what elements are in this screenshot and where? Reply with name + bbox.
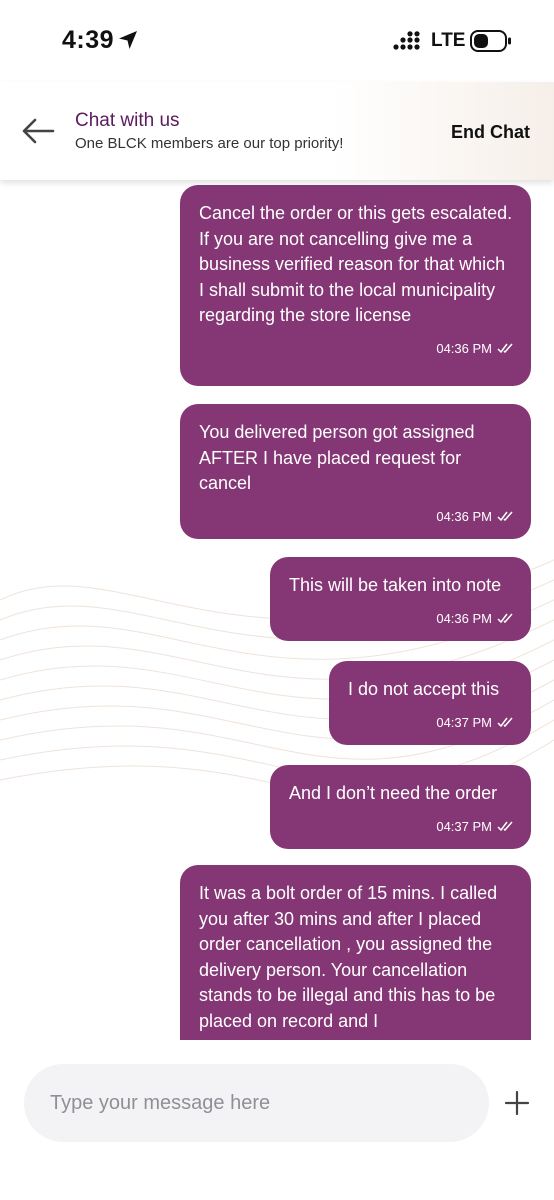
signal-strength-icon bbox=[393, 31, 420, 50]
plus-icon[interactable] bbox=[502, 1088, 532, 1118]
chat-title: Chat with us bbox=[75, 110, 180, 131]
network-type: LTE bbox=[431, 30, 466, 51]
message-time: 04:37 PM bbox=[436, 714, 492, 730]
read-ticks-icon bbox=[497, 717, 513, 728]
chat-header: Chat with us One BLCK members are our to… bbox=[0, 82, 554, 180]
read-ticks-icon bbox=[497, 821, 513, 832]
message-text: This will be taken into note bbox=[289, 575, 502, 595]
status-bar: 4:39 LTE bbox=[0, 0, 554, 80]
message-bubble: Cancel the order or this gets escalated.… bbox=[180, 185, 531, 386]
read-ticks-icon bbox=[497, 511, 513, 522]
message-text: You delivered person got assigned AFTER … bbox=[199, 422, 475, 493]
location-arrow-icon bbox=[119, 31, 137, 49]
message-input[interactable] bbox=[24, 1064, 489, 1142]
composer-bar bbox=[0, 1040, 554, 1200]
end-chat-button[interactable]: End Chat bbox=[451, 122, 530, 143]
message-time: 04:36 PM bbox=[436, 340, 492, 356]
message-time: 04:37 PM bbox=[436, 818, 492, 834]
message-bubble: And I don’t need the order 04:37 PM bbox=[270, 765, 531, 849]
message-text: Cancel the order or this gets escalated.… bbox=[199, 203, 513, 325]
message-time: 04:36 PM bbox=[436, 508, 492, 524]
chat-subtitle: One BLCK members are our top priority! bbox=[75, 135, 344, 152]
message-time: 04:36 PM bbox=[436, 610, 492, 626]
message-bubble: This will be taken into note 04:36 PM bbox=[270, 557, 531, 641]
back-arrow-icon[interactable] bbox=[20, 116, 56, 146]
message-text: It was a bolt order of 15 mins. I called… bbox=[199, 883, 498, 1031]
message-list[interactable]: Cancel the order or this gets escalated.… bbox=[0, 180, 554, 1040]
message-bubble: I do not accept this 04:37 PM bbox=[329, 661, 531, 745]
message-bubble: It was a bolt order of 15 mins. I called… bbox=[180, 865, 531, 1040]
battery-icon bbox=[470, 30, 511, 52]
message-bubble: You delivered person got assigned AFTER … bbox=[180, 404, 531, 539]
read-ticks-icon bbox=[497, 613, 513, 624]
status-time: 4:39 bbox=[62, 26, 115, 54]
message-text: And I don’t need the order bbox=[289, 783, 498, 803]
message-text: I do not accept this bbox=[348, 679, 500, 699]
read-ticks-icon bbox=[497, 343, 513, 354]
